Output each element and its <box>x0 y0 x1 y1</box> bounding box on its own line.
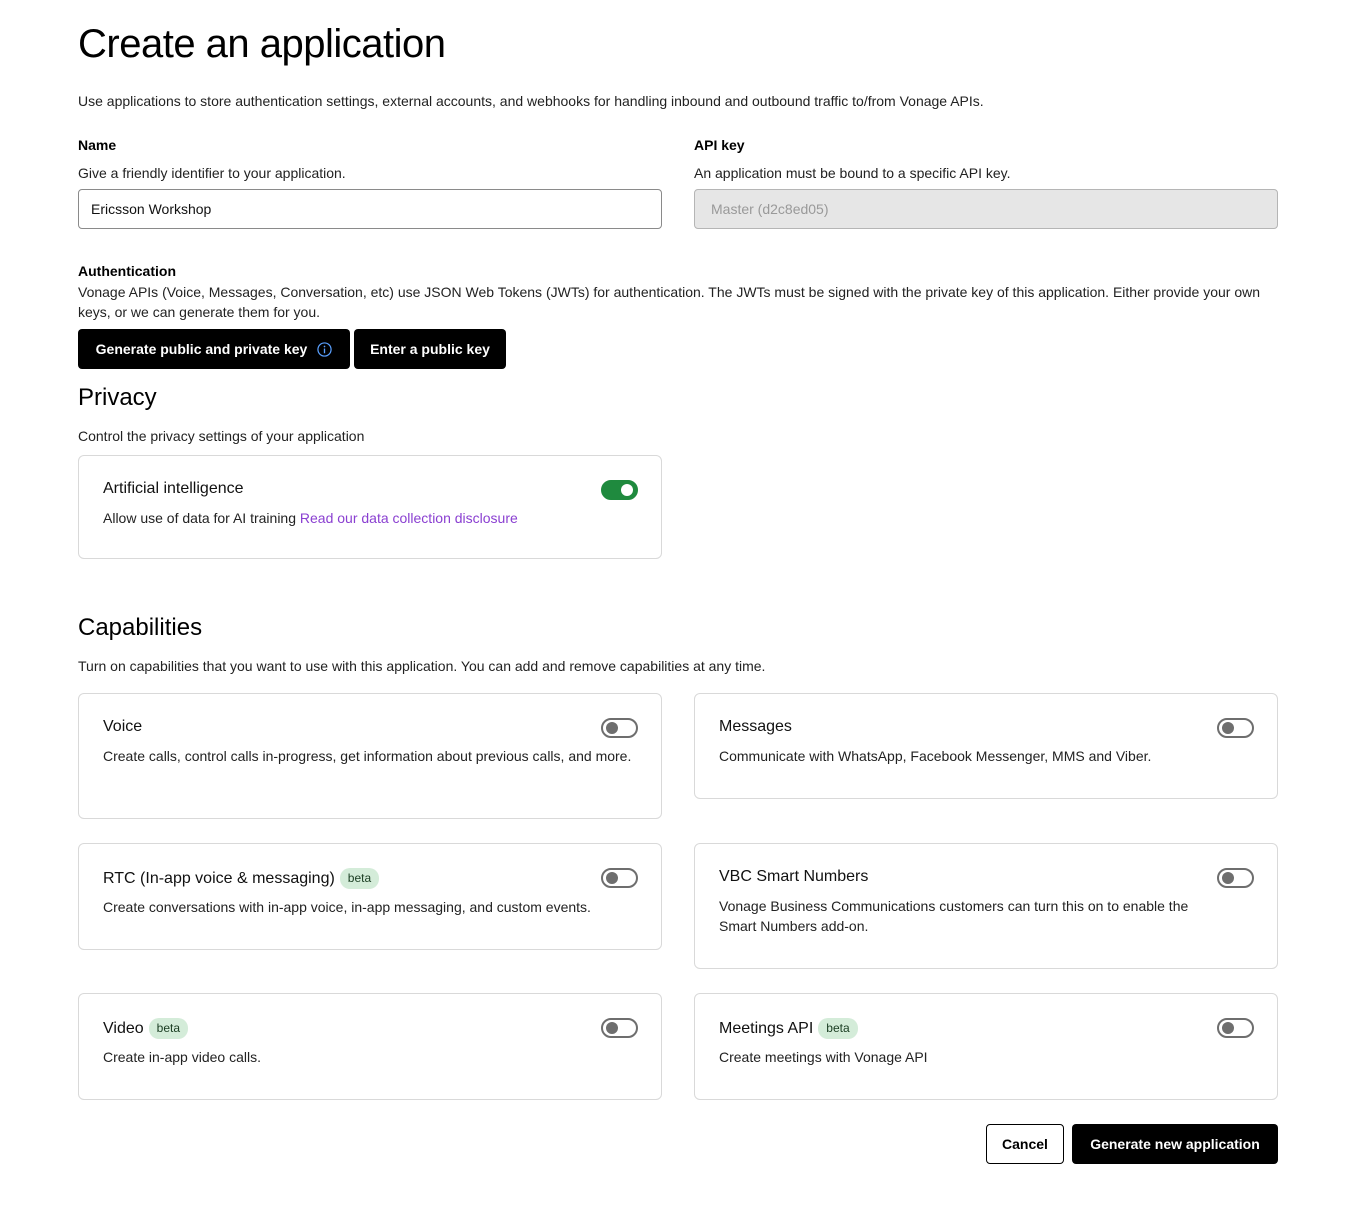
capability-description: Create in-app video calls. <box>103 1049 261 1065</box>
toggle-knob <box>621 484 633 496</box>
beta-badge: beta <box>818 1018 858 1039</box>
meetings-toggle[interactable] <box>1217 1018 1254 1038</box>
toggle-knob <box>1222 1022 1234 1034</box>
data-collection-disclosure-link[interactable]: Read our data collection disclosure <box>300 510 518 526</box>
api-key-label: API key <box>694 137 745 153</box>
ai-privacy-card: Artificial intelligence Allow use of dat… <box>78 455 662 559</box>
generate-new-application-label: Generate new application <box>1090 1136 1260 1152</box>
generate-keys-button[interactable]: Generate public and private key <box>78 329 350 369</box>
capability-title: Messages <box>719 718 792 735</box>
vbc-toggle[interactable] <box>1217 868 1254 888</box>
privacy-description: Control the privacy settings of your app… <box>78 428 365 444</box>
enter-public-key-label: Enter a public key <box>370 341 490 357</box>
ai-training-toggle[interactable] <box>601 480 638 500</box>
info-circle-icon[interactable] <box>317 341 332 357</box>
authentication-description: Vonage APIs (Voice, Messages, Conversati… <box>78 284 1261 320</box>
capability-description: Communicate with WhatsApp, Facebook Mess… <box>719 748 1152 764</box>
authentication-label: Authentication <box>78 263 176 279</box>
cancel-button[interactable]: Cancel <box>986 1124 1064 1164</box>
capability-title: RTC (In-app voice & messaging) beta <box>103 868 380 889</box>
toggle-knob <box>1222 722 1234 734</box>
ai-card-title: Artificial intelligence <box>103 480 244 497</box>
beta-badge: beta <box>148 1018 188 1039</box>
capability-description: Vonage Business Communications customers… <box>719 898 1189 934</box>
capabilities-description: Turn on capabilities that you want to us… <box>78 658 766 674</box>
capability-card-meetings: Meetings API beta Create meetings with V… <box>694 993 1278 1100</box>
capability-title: Meetings API beta <box>719 1018 858 1039</box>
api-key-help: An application must be bound to a specif… <box>694 165 1011 181</box>
toggle-knob <box>606 1022 618 1034</box>
api-key-select[interactable] <box>694 189 1278 229</box>
video-toggle[interactable] <box>601 1018 638 1038</box>
rtc-toggle[interactable] <box>601 868 638 888</box>
toggle-knob <box>606 722 618 734</box>
page-intro: Use applications to store authentication… <box>78 93 984 109</box>
capability-card-video: Video beta Create in-app video calls. <box>78 993 662 1100</box>
capability-title: Voice <box>103 718 143 735</box>
name-label: Name <box>78 137 117 153</box>
capability-card-messages: Messages Communicate with WhatsApp, Face… <box>694 693 1278 799</box>
messages-toggle[interactable] <box>1217 718 1254 738</box>
capability-description: Create meetings with Vonage API <box>719 1049 928 1065</box>
capability-description: Create calls, control calls in-progress,… <box>103 748 632 764</box>
capability-card-rtc: RTC (In-app voice & messaging) beta Crea… <box>78 843 662 950</box>
name-input[interactable] <box>78 189 662 229</box>
toggle-knob <box>606 872 618 884</box>
capability-card-vbc: VBC Smart Numbers Vonage Business Commun… <box>694 843 1278 969</box>
capability-card-voice: Voice Create calls, control calls in-pro… <box>78 693 662 819</box>
capabilities-title: Capabilities <box>78 614 203 641</box>
enter-public-key-button[interactable]: Enter a public key <box>354 329 506 369</box>
voice-toggle[interactable] <box>601 718 638 738</box>
toggle-knob <box>1222 872 1234 884</box>
capability-title: VBC Smart Numbers <box>719 868 869 885</box>
privacy-title: Privacy <box>78 384 157 411</box>
name-help: Give a friendly identifier to your appli… <box>78 165 346 181</box>
generate-keys-label: Generate public and private key <box>95 341 308 357</box>
generate-new-application-button[interactable]: Generate new application <box>1072 1124 1278 1164</box>
capability-description: Create conversations with in-app voice, … <box>103 899 591 915</box>
page-title: Create an application <box>78 22 446 66</box>
ai-card-description: Allow use of data for AI training Read o… <box>103 510 518 526</box>
beta-badge: beta <box>339 868 380 889</box>
capability-title: Video beta <box>103 1018 188 1039</box>
